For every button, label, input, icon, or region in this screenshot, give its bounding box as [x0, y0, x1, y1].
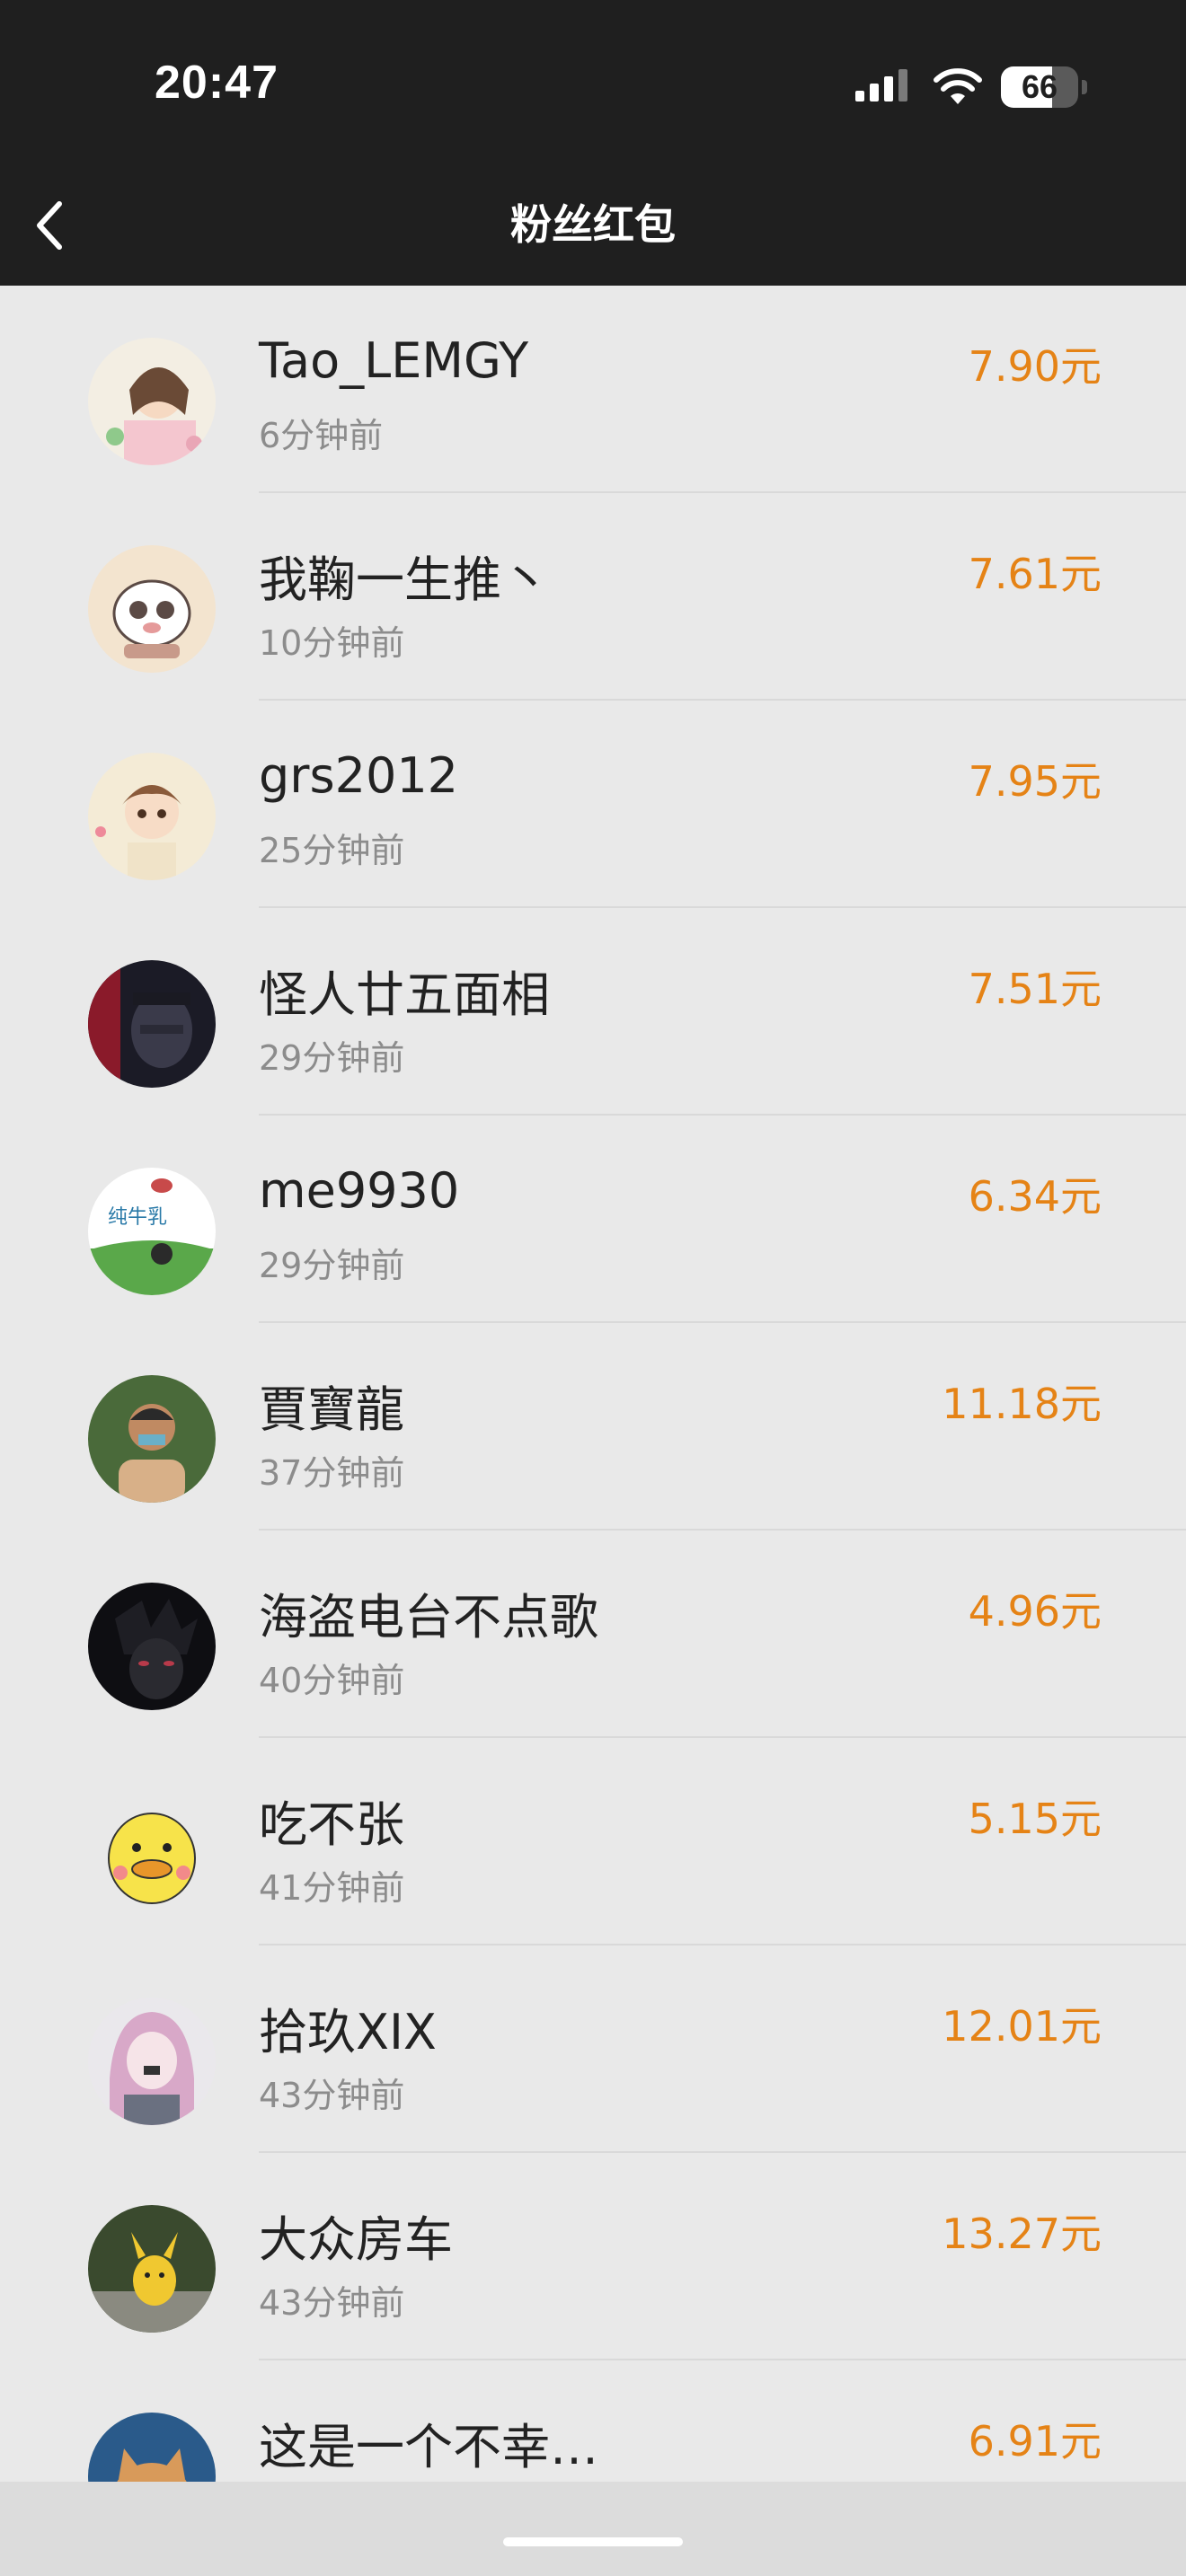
item-amount: 7.95元: [968, 757, 1102, 806]
item-amount: 7.90元: [968, 342, 1102, 391]
item-amount: 4.96元: [968, 1587, 1102, 1636]
list-item[interactable]: 賈寶龍 37分钟前 11.18元: [0, 1323, 1186, 1531]
dark-mask-avatar: [88, 960, 216, 1088]
list-item[interactable]: grs2012 25分钟前 7.95元: [0, 701, 1186, 908]
item-name: me9930: [259, 1162, 460, 1219]
wifi-icon: [934, 68, 982, 104]
list-item[interactable]: 我鞠一生推丶 10分钟前 7.61元: [0, 493, 1186, 701]
list-item[interactable]: 海盗电台不点歌 40分钟前 4.96元: [0, 1531, 1186, 1738]
item-time: 29分钟前: [259, 1246, 405, 1285]
list-item[interactable]: 拾玖XIX 43分钟前 12.01元: [0, 1945, 1186, 2153]
svg-text:纯牛乳: 纯牛乳: [108, 1206, 167, 1229]
man-photo-avatar: [88, 1375, 216, 1503]
item-amount: 7.61元: [968, 550, 1102, 598]
cat-photo-avatar: [88, 2413, 216, 2482]
list-item[interactable]: 吃不张 41分钟前 5.15元: [0, 1738, 1186, 1945]
bottom-bar: [0, 2482, 1186, 2576]
item-time: 10分钟前: [259, 623, 405, 663]
item-name: Tao_LEMGY: [259, 332, 529, 389]
list-item[interactable]: 纯牛乳 me9930 29分钟前 6.34元: [0, 1116, 1186, 1323]
item-name: 海盗电台不点歌: [259, 1589, 598, 1645]
item-name: 怪人廿五面相: [259, 966, 550, 1023]
list-item[interactable]: 怪人廿五面相 29分钟前 7.51元: [0, 908, 1186, 1116]
page-title: 粉丝红包: [510, 200, 676, 249]
item-time: 41分钟前: [259, 1868, 405, 1908]
item-name: 拾玖XIX: [259, 2004, 437, 2060]
list-item[interactable]: Tao_LEMGY 6分钟前 7.90元: [0, 286, 1186, 493]
cow-globe-avatar: 纯牛乳: [88, 1168, 216, 1295]
signal-icon: [855, 69, 907, 101]
item-time: 40分钟前: [259, 1661, 405, 1700]
fan-red-packet-list[interactable]: Tao_LEMGY 6分钟前 7.90元 我鞠一生推丶 10分钟前 7.61元: [0, 286, 1186, 2482]
dark-anime-avatar: [88, 1583, 216, 1710]
pikachu-avatar: [88, 2205, 216, 2333]
item-time: 37分钟前: [259, 1453, 405, 1493]
item-time: 6分钟前: [259, 416, 384, 455]
battery-level: 66: [1021, 68, 1058, 105]
list-item[interactable]: 大众房车 43分钟前 13.27元: [0, 2153, 1186, 2360]
battery-icon: 66: [1001, 66, 1087, 108]
item-name: 賈寶龍: [259, 1381, 404, 1438]
item-amount: 13.27元: [942, 2210, 1102, 2258]
status-time: 20:47: [155, 57, 279, 109]
anime-boy-avatar: [88, 753, 216, 880]
pink-hair-girl-avatar: [88, 1998, 216, 2125]
header-bar: 20:47 66 粉丝红包: [0, 0, 1186, 286]
item-amount: 7.51元: [968, 965, 1102, 1013]
yellow-duck-avatar: [88, 1790, 216, 1918]
item-name: 大众房车: [259, 2211, 453, 2268]
item-time: 25分钟前: [259, 831, 405, 870]
item-time: 43分钟前: [259, 2076, 405, 2115]
status-icons: 66: [855, 65, 1087, 110]
item-name: 我鞠一生推丶: [259, 551, 550, 608]
home-indicator[interactable]: [503, 2537, 683, 2546]
item-time: 43分钟前: [259, 2283, 405, 2323]
item-amount: 12.01元: [942, 2002, 1102, 2051]
list-item[interactable]: 这是一个不幸… 6.91元: [0, 2360, 1186, 2482]
cartoon-cat-avatar: [88, 545, 216, 673]
item-name: 吃不张: [259, 1796, 404, 1853]
item-amount: 6.34元: [968, 1172, 1102, 1221]
item-name: grs2012: [259, 747, 459, 804]
item-name: 这是一个不幸…: [259, 2419, 598, 2475]
item-amount: 5.15元: [968, 1795, 1102, 1843]
anime-girl-avatar: [88, 338, 216, 465]
item-amount: 6.91元: [968, 2417, 1102, 2466]
item-time: 29分钟前: [259, 1038, 405, 1078]
item-amount: 11.18元: [942, 1380, 1102, 1428]
